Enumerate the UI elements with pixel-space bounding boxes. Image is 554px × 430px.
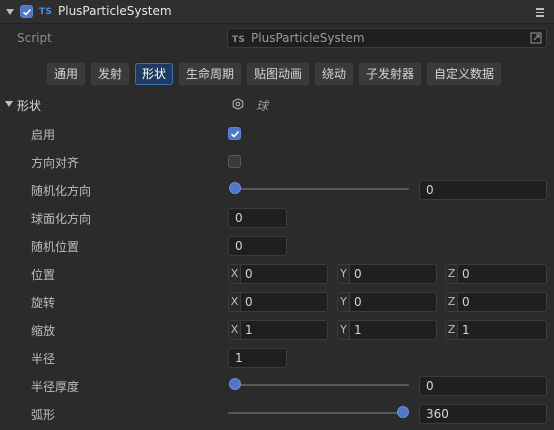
position-y-value[interactable]: 0 — [350, 265, 362, 283]
hexagon-settings-icon[interactable] — [232, 98, 244, 110]
check-icon — [230, 130, 239, 138]
randomize-direction-input[interactable]: 0 — [419, 180, 547, 200]
enable-label: 启用 — [31, 128, 56, 142]
radius-thickness-slider-track[interactable] — [234, 384, 409, 386]
script-value: PlusParticleSystem — [251, 31, 365, 45]
arc-slider-track[interactable] — [228, 412, 403, 414]
y-axis-label: Y — [338, 321, 350, 339]
scale-label: 缩放 — [31, 324, 56, 338]
rotation-y-field[interactable]: Y 0 — [337, 292, 437, 312]
rotation-z-value[interactable]: 0 — [458, 293, 470, 311]
typescript-badge: TS — [39, 7, 53, 17]
position-x-field[interactable]: X 0 — [228, 264, 328, 284]
position-label: 位置 — [31, 268, 56, 282]
rotation-x-field[interactable]: X 0 — [228, 292, 328, 312]
randomize-direction-label: 随机化方向 — [31, 184, 92, 198]
radius-thickness-label: 半径厚度 — [31, 380, 80, 394]
arc-slider-thumb[interactable] — [397, 406, 409, 418]
check-icon — [22, 8, 31, 16]
scale-z-field[interactable]: Z 1 — [445, 320, 547, 340]
z-axis-label: Z — [446, 293, 458, 311]
collapse-triangle-icon[interactable] — [6, 9, 14, 15]
hamburger-menu-icon[interactable] — [535, 6, 545, 17]
scale-x-field[interactable]: X 1 — [228, 320, 328, 340]
align-direction-label: 方向对齐 — [31, 156, 80, 170]
tab-orbit[interactable]: 绕动 — [315, 63, 353, 85]
component-title: PlusParticleSystem — [58, 4, 172, 18]
x-axis-label: X — [229, 321, 241, 339]
scale-x-value[interactable]: 1 — [241, 321, 253, 339]
align-direction-checkbox[interactable] — [228, 155, 241, 168]
randomize-direction-slider-thumb[interactable] — [229, 182, 241, 194]
y-axis-label: Y — [338, 265, 350, 283]
shape-type-value[interactable]: 球 — [256, 97, 268, 114]
spherize-direction-input[interactable]: 0 — [228, 208, 287, 228]
tab-shape[interactable]: 形状 — [135, 63, 173, 85]
position-z-value[interactable]: 0 — [458, 265, 470, 283]
spherize-direction-label: 球面化方向 — [31, 212, 92, 226]
z-axis-label: Z — [446, 265, 458, 283]
tab-sub-emitter[interactable]: 子发射器 — [359, 63, 421, 85]
tab-general[interactable]: 通用 — [47, 63, 85, 85]
rotation-label: 旋转 — [31, 296, 56, 310]
position-y-field[interactable]: Y 0 — [337, 264, 437, 284]
radius-thickness-input[interactable]: 0 — [419, 376, 547, 396]
tab-emission[interactable]: 发射 — [91, 63, 129, 85]
section-collapse-triangle-icon[interactable] — [5, 101, 13, 107]
radius-input[interactable]: 1 — [228, 348, 287, 368]
position-x-value[interactable]: 0 — [241, 265, 253, 283]
radius-thickness-slider-thumb[interactable] — [229, 378, 241, 390]
script-field[interactable]: TS PlusParticleSystem — [227, 28, 547, 48]
arc-label: 弧形 — [31, 408, 56, 422]
section-title: 形状 — [17, 99, 42, 113]
rotation-x-value[interactable]: 0 — [241, 293, 253, 311]
rotation-z-field[interactable]: Z 0 — [445, 292, 547, 312]
script-label: Script — [17, 31, 52, 45]
rotation-y-value[interactable]: 0 — [350, 293, 362, 311]
randomize-direction-slider-track[interactable] — [234, 188, 409, 190]
position-z-field[interactable]: Z 0 — [445, 264, 547, 284]
z-axis-label: Z — [446, 321, 458, 339]
component-header: TS PlusParticleSystem — [0, 0, 554, 24]
typescript-badge: TS — [232, 35, 246, 45]
component-enabled-checkbox[interactable] — [20, 5, 33, 18]
radius-label: 半径 — [31, 352, 56, 366]
tab-texture-animation[interactable]: 贴图动画 — [247, 63, 309, 85]
arc-input[interactable]: 360 — [419, 404, 547, 424]
x-axis-label: X — [229, 293, 241, 311]
tab-custom-data[interactable]: 自定义数据 — [427, 63, 501, 85]
scale-z-value[interactable]: 1 — [458, 321, 470, 339]
scale-y-value[interactable]: 1 — [350, 321, 362, 339]
random-position-label: 随机位置 — [31, 240, 80, 254]
tab-lifetime[interactable]: 生命周期 — [179, 63, 241, 85]
x-axis-label: X — [229, 265, 241, 283]
random-position-input[interactable]: 0 — [228, 236, 287, 256]
open-link-icon[interactable] — [530, 32, 542, 44]
scale-y-field[interactable]: Y 1 — [337, 320, 437, 340]
enable-checkbox[interactable] — [228, 127, 241, 140]
y-axis-label: Y — [338, 293, 350, 311]
